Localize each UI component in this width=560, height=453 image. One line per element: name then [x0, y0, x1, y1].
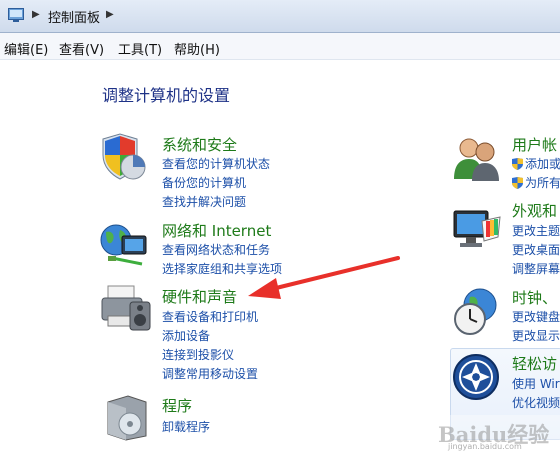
- category-ease-of-access[interactable]: 轻松访: [512, 353, 557, 374]
- category-system-security[interactable]: 系统和安全: [162, 134, 237, 155]
- shield-pie-icon: [102, 133, 146, 180]
- category-user-accounts[interactable]: 用户帐: [512, 134, 557, 155]
- link-change-display[interactable]: 更改显示: [512, 327, 560, 344]
- link-connect-projector[interactable]: 连接到投影仪: [162, 346, 234, 363]
- category-clock-language-region[interactable]: 时钟、: [512, 287, 557, 308]
- chevron-right-icon[interactable]: ▶: [106, 9, 114, 20]
- category-programs[interactable]: 程序: [162, 395, 192, 416]
- uac-shield-icon: [512, 158, 523, 170]
- watermark-url: jingyan.baidu.com: [448, 442, 522, 451]
- link-all-users[interactable]: 为所有: [512, 174, 560, 191]
- link-all-users-label: 为所有: [525, 176, 560, 190]
- page-title: 调整计算机的设置: [102, 86, 231, 105]
- link-uninstall-program[interactable]: 卸载程序: [162, 418, 210, 435]
- category-appearance[interactable]: 外观和: [512, 200, 557, 221]
- link-backup-computer[interactable]: 备份您的计算机: [162, 174, 246, 191]
- link-view-computer-status[interactable]: 查看您的计算机状态: [162, 155, 270, 172]
- link-change-desktop[interactable]: 更改桌面: [512, 241, 560, 258]
- printer-speaker-icon: [101, 285, 151, 331]
- link-homegroup-sharing[interactable]: 选择家庭组和共享选项: [162, 260, 282, 277]
- link-adjust-screen[interactable]: 调整屏幕: [512, 260, 560, 277]
- menu-help[interactable]: 帮助(H): [174, 39, 220, 58]
- link-optimize-video[interactable]: 优化视频: [512, 394, 560, 411]
- link-use-windows[interactable]: 使用 Wir: [512, 375, 560, 392]
- link-add-user[interactable]: 添加或: [512, 155, 560, 172]
- link-change-keyboard[interactable]: 更改键盘: [512, 308, 560, 325]
- link-devices-printers[interactable]: 查看设备和打印机: [162, 308, 258, 325]
- monitor-palette-icon: [453, 210, 501, 247]
- menu-edit[interactable]: 编辑(E): [4, 39, 48, 58]
- clock-globe-icon: [454, 288, 497, 335]
- menu-tools[interactable]: 工具(T): [118, 39, 162, 58]
- category-network-internet[interactable]: 网络和 Internet: [162, 220, 271, 241]
- menu-bar: 编辑(E) 查看(V) 工具(T) 帮助(H): [0, 33, 560, 60]
- address-bar[interactable]: ▶ 控制面板 ▶: [0, 0, 560, 33]
- chevron-right-icon[interactable]: ▶: [32, 9, 40, 20]
- users-icon: [454, 138, 499, 181]
- network-globe-icon: [100, 224, 147, 266]
- programs-box-icon: [107, 395, 147, 441]
- link-mobility-settings[interactable]: 调整常用移动设置: [162, 365, 258, 382]
- link-add-device[interactable]: 添加设备: [162, 327, 210, 344]
- link-change-theme[interactable]: 更改主题: [512, 222, 560, 239]
- uac-shield-icon: [512, 177, 523, 189]
- breadcrumb-control-panel[interactable]: 控制面板: [48, 7, 100, 26]
- link-troubleshoot[interactable]: 查找并解决问题: [162, 193, 246, 210]
- ease-of-access-icon: [453, 354, 499, 400]
- category-hardware-sound[interactable]: 硬件和声音: [162, 286, 237, 307]
- link-add-user-label: 添加或: [525, 157, 560, 171]
- control-panel-icon: [8, 8, 24, 22]
- link-network-status[interactable]: 查看网络状态和任务: [162, 241, 270, 258]
- menu-view[interactable]: 查看(V): [59, 39, 104, 58]
